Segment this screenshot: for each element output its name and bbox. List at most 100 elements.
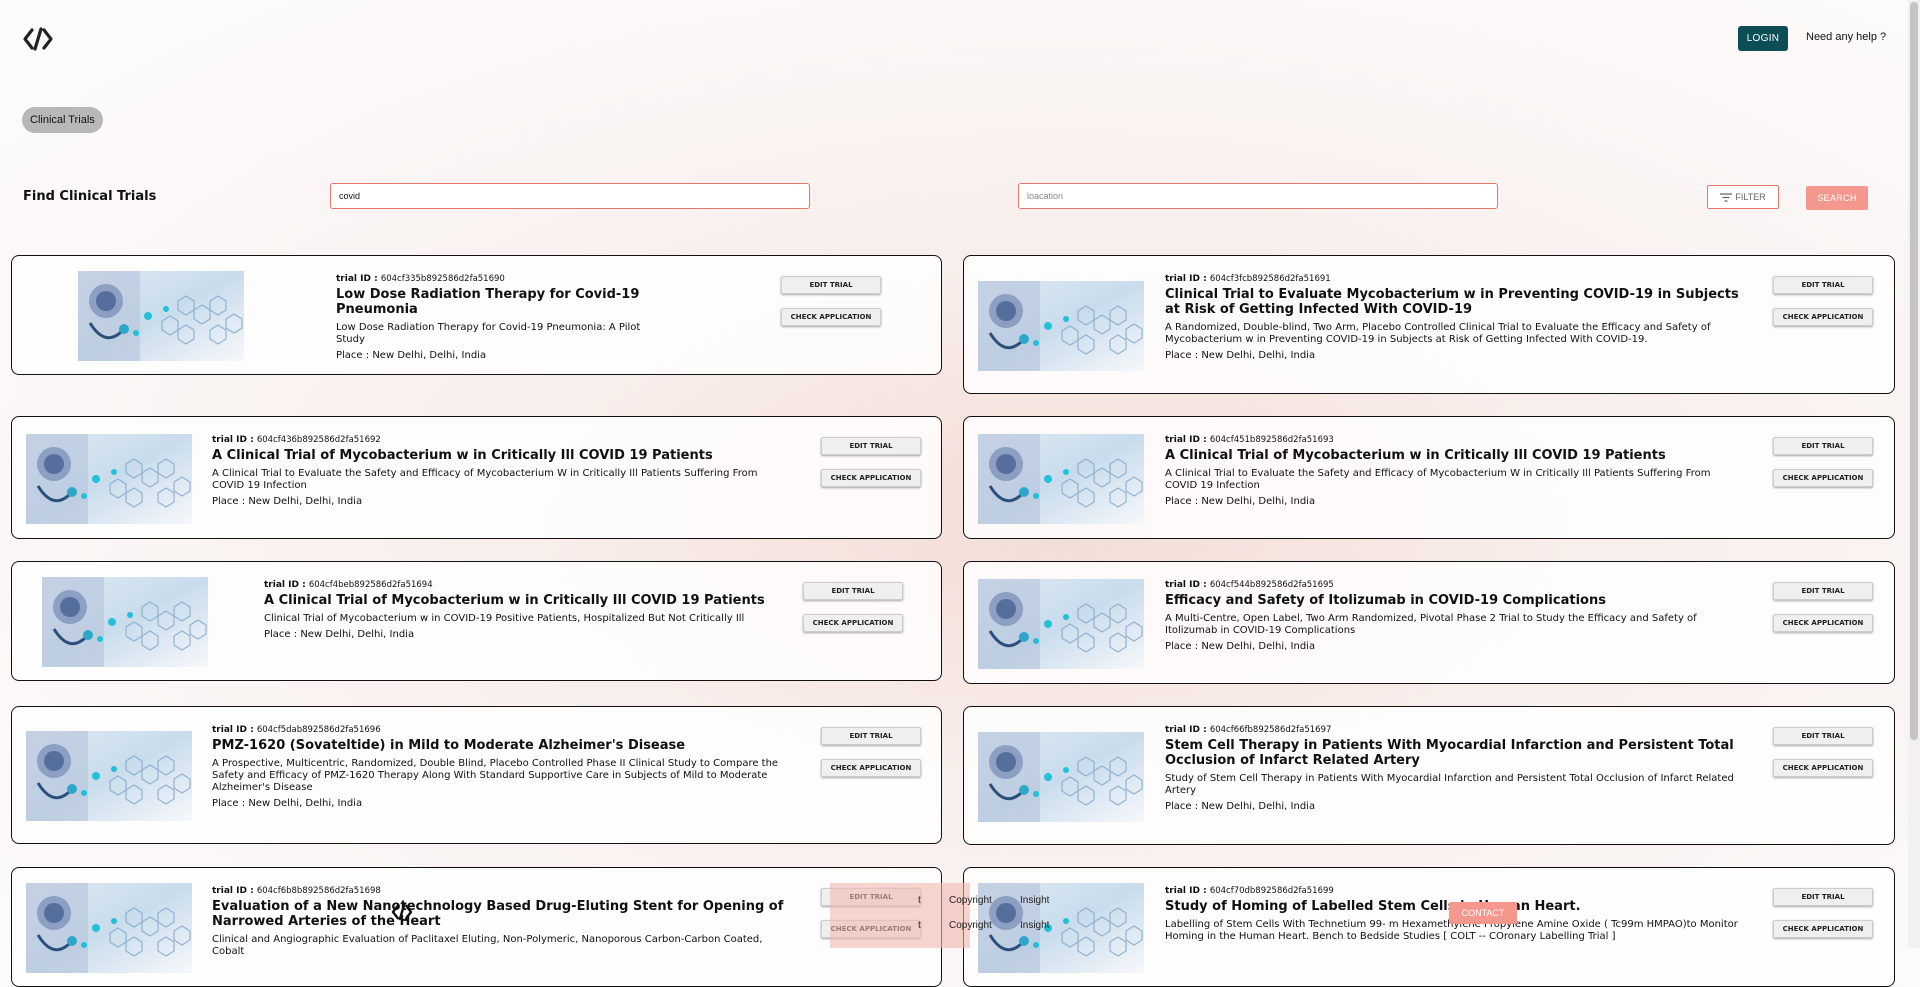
trial-card[interactable]: trial ID : 604cf4beb892586d2fa51694 A Cl… bbox=[11, 561, 942, 681]
trial-info: trial ID : 604cf544b892586d2fa51695 Effi… bbox=[1165, 580, 1745, 652]
trial-thumbnail-image bbox=[978, 281, 1144, 371]
trial-id: trial ID : 604cf544b892586d2fa51695 bbox=[1165, 580, 1334, 590]
location-input[interactable]: loacation bbox=[1018, 183, 1498, 209]
trial-subtitle: A Multi-Centre, Open Label, Two Arm Rand… bbox=[1165, 613, 1697, 636]
trial-thumbnail-image bbox=[26, 731, 192, 821]
trial-place: Place : New Delhi, Delhi, India bbox=[1165, 496, 1316, 507]
breadcrumb-chip[interactable]: Clinical Trials bbox=[22, 107, 103, 133]
edit-trial-button[interactable]: EDIT TRIAL bbox=[1773, 727, 1873, 745]
trial-id: trial ID : 604cf335b892586d2fa51690 bbox=[336, 274, 505, 284]
trial-info: trial ID : 604cf451b892586d2fa51693 A Cl… bbox=[1165, 435, 1745, 507]
edit-trial-button[interactable]: EDIT TRIAL bbox=[1773, 888, 1873, 906]
login-button[interactable]: LOGIN bbox=[1738, 26, 1788, 51]
trial-id: trial ID : 604cf5dab892586d2fa51696 bbox=[212, 725, 381, 735]
footer-fragment: t bbox=[918, 920, 921, 931]
trial-id: trial ID : 604cf66fb892586d2fa51697 bbox=[1165, 725, 1332, 735]
trial-place: Place : New Delhi, Delhi, India bbox=[1165, 641, 1316, 652]
trial-info: trial ID : 604cf3fcb892586d2fa51691 Clin… bbox=[1165, 274, 1745, 361]
contact-button[interactable]: CONTACT bbox=[1449, 902, 1517, 924]
trial-subtitle: A Clinical Trial to Evaluate the Safety … bbox=[1165, 468, 1711, 491]
trial-title[interactable]: A Clinical Trial of Mycobacterium w in C… bbox=[212, 448, 792, 463]
edit-trial-button[interactable]: EDIT TRIAL bbox=[803, 582, 903, 600]
trial-card[interactable]: trial ID : 604cf66fb892586d2fa51697 Stem… bbox=[963, 706, 1895, 845]
trial-id: trial ID : 604cf436b892586d2fa51692 bbox=[212, 435, 381, 445]
trial-title[interactable]: A Clinical Trial of Mycobacterium w in C… bbox=[1165, 448, 1745, 463]
check-application-button[interactable]: CHECK APPLICATION bbox=[1773, 759, 1873, 777]
trial-info: trial ID : 604cf335b892586d2fa51690 Low … bbox=[336, 274, 666, 361]
check-application-button[interactable]: CHECK APPLICATION bbox=[821, 759, 921, 777]
footer-background bbox=[830, 883, 970, 948]
trial-place: Place : New Delhi, Delhi, India bbox=[264, 629, 415, 640]
check-application-button[interactable]: CHECK APPLICATION bbox=[1773, 308, 1873, 326]
footer-copyright: Copyright bbox=[949, 895, 992, 906]
trial-place: Place : New Delhi, Delhi, India bbox=[212, 496, 363, 507]
trial-subtitle: Clinical and Angiographic Evaluation of … bbox=[212, 934, 763, 957]
footer-logo-icon[interactable] bbox=[390, 903, 414, 921]
trial-title[interactable]: Evaluation of a New Nanotechnology Based… bbox=[212, 899, 792, 929]
trial-id: trial ID : 604cf70db892586d2fa51699 bbox=[1165, 886, 1334, 896]
trial-title[interactable]: Efficacy and Safety of Itolizumab in COV… bbox=[1165, 593, 1745, 608]
logo-icon[interactable] bbox=[22, 26, 54, 52]
trial-id: trial ID : 604cf6b8b892586d2fa51698 bbox=[212, 886, 381, 896]
check-application-button[interactable]: CHECK APPLICATION bbox=[1773, 614, 1873, 632]
trial-card[interactable]: trial ID : 604cf6b8b892586d2fa51698 Eval… bbox=[11, 867, 942, 987]
trial-subtitle: Clinical Trial of Mycobacterium w in COV… bbox=[264, 613, 745, 624]
edit-trial-button[interactable]: EDIT TRIAL bbox=[821, 437, 921, 455]
footer-insight-link[interactable]: Insight bbox=[1020, 920, 1049, 931]
trial-title[interactable]: PMZ-1620 (Sovateltide) in Mild to Modera… bbox=[212, 738, 792, 753]
trial-title[interactable]: Low Dose Radiation Therapy for Covid-19 … bbox=[336, 287, 666, 317]
trial-info: trial ID : 604cf436b892586d2fa51692 A Cl… bbox=[212, 435, 792, 507]
trial-thumbnail-image bbox=[42, 577, 208, 667]
trial-subtitle: Low Dose Radiation Therapy for Covid-19 … bbox=[336, 322, 641, 345]
trial-thumbnail-image bbox=[978, 434, 1144, 524]
trial-place: Place : New Delhi, Delhi, India bbox=[336, 350, 487, 361]
trial-thumbnail-image bbox=[26, 883, 192, 973]
trial-thumbnail-image bbox=[978, 883, 1144, 973]
trial-card[interactable]: trial ID : 604cf70db892586d2fa51699 Stud… bbox=[963, 867, 1895, 987]
edit-trial-button[interactable]: EDIT TRIAL bbox=[1773, 582, 1873, 600]
check-application-button[interactable]: CHECK APPLICATION bbox=[781, 308, 881, 326]
trial-info: trial ID : 604cf6b8b892586d2fa51698 Eval… bbox=[212, 886, 792, 962]
trial-card[interactable]: trial ID : 604cf451b892586d2fa51693 A Cl… bbox=[963, 416, 1895, 539]
filter-button[interactable]: FILTER bbox=[1707, 185, 1779, 209]
filter-icon bbox=[1720, 192, 1733, 202]
trial-subtitle: A Prospective, Multicentric, Randomized,… bbox=[212, 758, 779, 793]
trial-id: trial ID : 604cf4beb892586d2fa51694 bbox=[264, 580, 433, 590]
trial-thumbnail-image bbox=[26, 434, 192, 524]
edit-trial-button[interactable]: EDIT TRIAL bbox=[1773, 437, 1873, 455]
footer-fragment: t bbox=[918, 895, 921, 906]
edit-trial-button[interactable]: EDIT TRIAL bbox=[1773, 276, 1873, 294]
trial-subtitle: A Randomized, Double-blind, Two Arm, Pla… bbox=[1165, 322, 1711, 345]
page-title: Find Clinical Trials bbox=[23, 189, 157, 204]
help-link[interactable]: Need any help ? bbox=[1806, 31, 1886, 43]
trial-card[interactable]: trial ID : 604cf436b892586d2fa51692 A Cl… bbox=[11, 416, 942, 539]
check-application-button[interactable]: CHECK APPLICATION bbox=[1773, 920, 1873, 938]
footer-copyright: Copyright bbox=[949, 920, 992, 931]
trial-thumbnail-image bbox=[978, 732, 1144, 822]
trial-title[interactable]: Stem Cell Therapy in Patients With Myoca… bbox=[1165, 738, 1745, 768]
scrollbar-thumb[interactable] bbox=[1910, 2, 1918, 740]
trial-subtitle: A Clinical Trial to Evaluate the Safety … bbox=[212, 468, 758, 491]
footer-insight-link[interactable]: Insight bbox=[1020, 895, 1049, 906]
trial-id: trial ID : 604cf451b892586d2fa51693 bbox=[1165, 435, 1334, 445]
check-application-button[interactable]: CHECK APPLICATION bbox=[1773, 469, 1873, 487]
trial-title[interactable]: A Clinical Trial of Mycobacterium w in C… bbox=[264, 593, 784, 608]
trial-card[interactable]: trial ID : 604cf335b892586d2fa51690 Low … bbox=[11, 255, 942, 375]
trial-info: trial ID : 604cf66fb892586d2fa51697 Stem… bbox=[1165, 725, 1745, 812]
trial-place: Place : New Delhi, Delhi, India bbox=[1165, 801, 1316, 812]
filter-label: FILTER bbox=[1735, 192, 1766, 202]
edit-trial-button[interactable]: EDIT TRIAL bbox=[821, 727, 921, 745]
check-application-button[interactable]: CHECK APPLICATION bbox=[803, 614, 903, 632]
trial-info: trial ID : 604cf5dab892586d2fa51696 PMZ-… bbox=[212, 725, 792, 809]
edit-trial-button[interactable]: EDIT TRIAL bbox=[781, 276, 881, 294]
search-button[interactable]: SEARCH bbox=[1806, 186, 1868, 210]
trial-place: Place : New Delhi, Delhi, India bbox=[212, 798, 363, 809]
trial-card[interactable]: trial ID : 604cf5dab892586d2fa51696 PMZ-… bbox=[11, 706, 942, 844]
search-input[interactable]: covid bbox=[330, 183, 810, 209]
trial-subtitle: Study of Stem Cell Therapy in Patients W… bbox=[1165, 773, 1734, 796]
trial-card[interactable]: trial ID : 604cf544b892586d2fa51695 Effi… bbox=[963, 561, 1895, 684]
trial-card[interactable]: trial ID : 604cf3fcb892586d2fa51691 Clin… bbox=[963, 255, 1895, 394]
trial-info: trial ID : 604cf4beb892586d2fa51694 A Cl… bbox=[264, 580, 784, 640]
check-application-button[interactable]: CHECK APPLICATION bbox=[821, 469, 921, 487]
trial-title[interactable]: Clinical Trial to Evaluate Mycobacterium… bbox=[1165, 287, 1745, 317]
